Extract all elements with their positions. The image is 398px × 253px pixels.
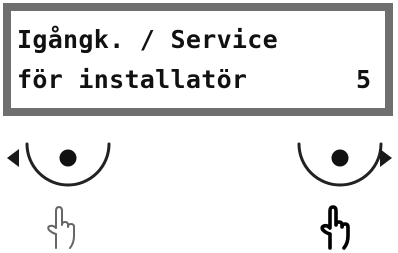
left-pointing-hand-icon (42, 203, 80, 251)
menu-number: 5 (356, 65, 372, 94)
right-arrow-icon (379, 148, 393, 168)
right-button-dot-icon (331, 149, 349, 167)
display-line-1: Igångk. / Service (17, 25, 278, 54)
lcd-display (3, 3, 393, 116)
right-pointing-hand-icon (316, 203, 354, 251)
left-arrow-icon (6, 148, 20, 168)
left-button-dot-icon (59, 149, 77, 167)
display-line-2: för installatör (17, 65, 248, 94)
right-button[interactable] (292, 134, 388, 192)
left-button[interactable] (20, 134, 116, 192)
